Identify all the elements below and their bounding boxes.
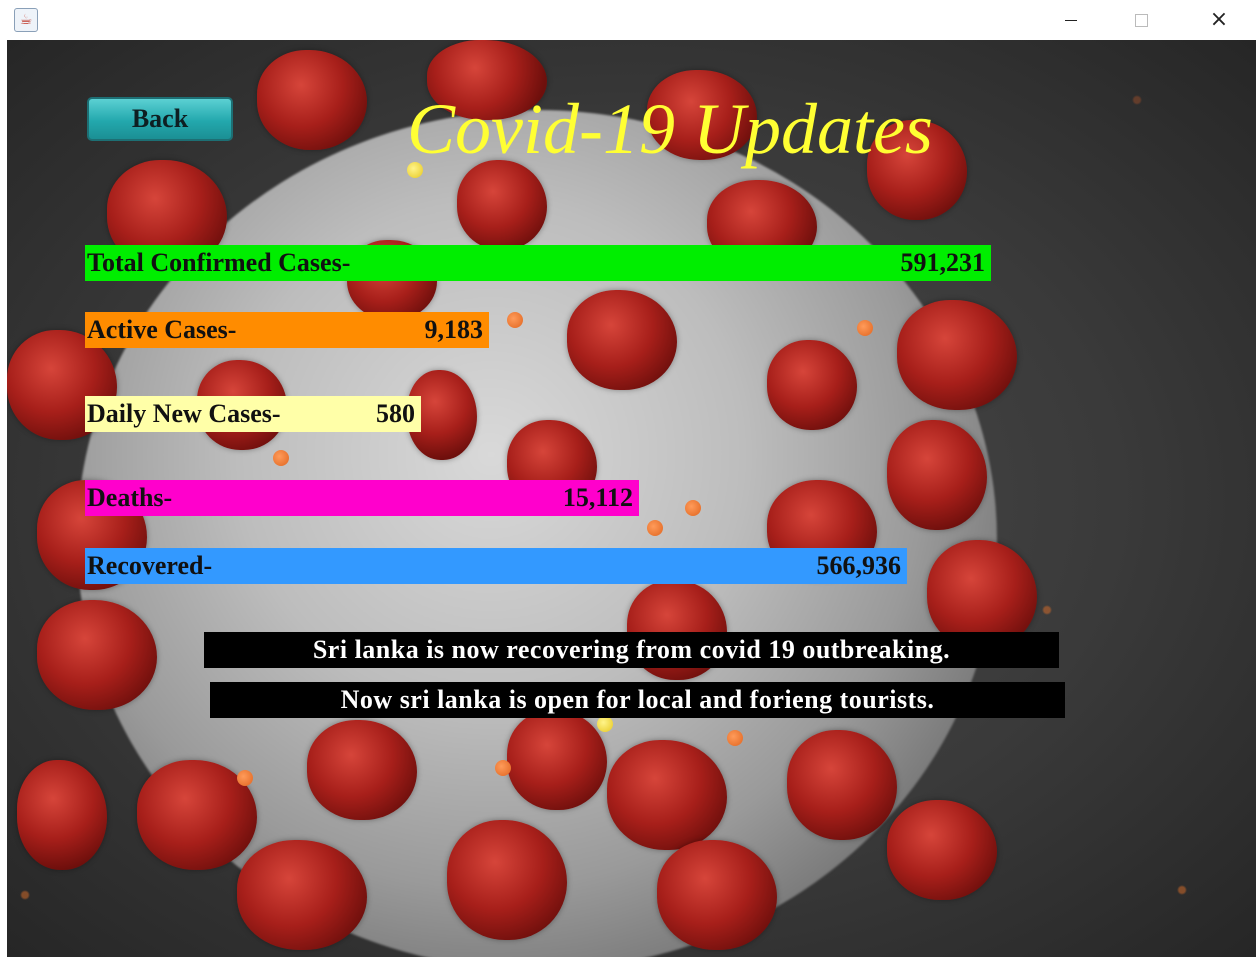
active-cases-value: 9,183 <box>424 315 484 344</box>
recovered-bar: Recovered- 566,936 <box>85 548 907 584</box>
close-icon[interactable]: × <box>1196 0 1242 40</box>
virus-spike <box>257 50 367 150</box>
active-cases-bar: Active Cases- 9,183 <box>85 312 489 348</box>
virus-spike <box>787 730 897 840</box>
back-button[interactable]: Back <box>87 97 233 141</box>
virus-spike <box>447 820 567 940</box>
minimize-icon[interactable] <box>1048 0 1094 40</box>
maximize-icon[interactable] <box>1118 0 1164 40</box>
covid-background: Back Covid-19 Updates Total Confirmed Ca… <box>7 40 1256 957</box>
virus-spike <box>17 760 107 870</box>
message-banner-2: Now sri lanka is open for local and fori… <box>210 682 1065 718</box>
active-cases-label: Active Cases- <box>87 315 237 344</box>
daily-new-cases-value: 580 <box>376 399 415 428</box>
virus-spike <box>307 720 417 820</box>
virus-spike <box>567 290 677 390</box>
virus-dot <box>273 450 289 466</box>
virus-spike <box>607 740 727 850</box>
virus-spike <box>657 840 777 950</box>
daily-new-cases-label: Daily New Cases- <box>87 399 281 428</box>
virus-spike <box>767 340 857 430</box>
recovered-label: Recovered- <box>87 551 213 580</box>
virus-dot <box>685 500 701 516</box>
message-banner-1: Sri lanka is now recovering from covid 1… <box>204 632 1059 668</box>
window-title-bar: ☕ × <box>0 0 1256 40</box>
deaths-value: 15,112 <box>562 483 633 512</box>
java-app-icon: ☕ <box>14 8 38 32</box>
virus-spike <box>457 160 547 250</box>
virus-dot <box>495 760 511 776</box>
virus-spike <box>507 710 607 810</box>
virus-spike <box>237 840 367 950</box>
daily-new-cases-bar: Daily New Cases- 580 <box>85 396 421 432</box>
total-confirmed-cases-bar: Total Confirmed Cases- 591,231 <box>85 245 991 281</box>
virus-spike <box>37 600 157 710</box>
virus-dot <box>237 770 253 786</box>
total-confirmed-label: Total Confirmed Cases- <box>87 248 351 277</box>
virus-dot <box>647 520 663 536</box>
page-title: Covid-19 Updates <box>407 89 933 169</box>
virus-spike <box>887 420 987 530</box>
virus-dot <box>597 716 613 732</box>
recovered-value: 566,936 <box>816 551 902 580</box>
total-confirmed-value: 591,231 <box>900 248 986 277</box>
virus-dot <box>507 312 523 328</box>
deaths-bar: Deaths- 15,112 <box>85 480 639 516</box>
virus-spike <box>897 300 1017 410</box>
deaths-label: Deaths- <box>87 483 173 512</box>
virus-dot <box>727 730 743 746</box>
virus-spike <box>887 800 997 900</box>
virus-dot <box>857 320 873 336</box>
